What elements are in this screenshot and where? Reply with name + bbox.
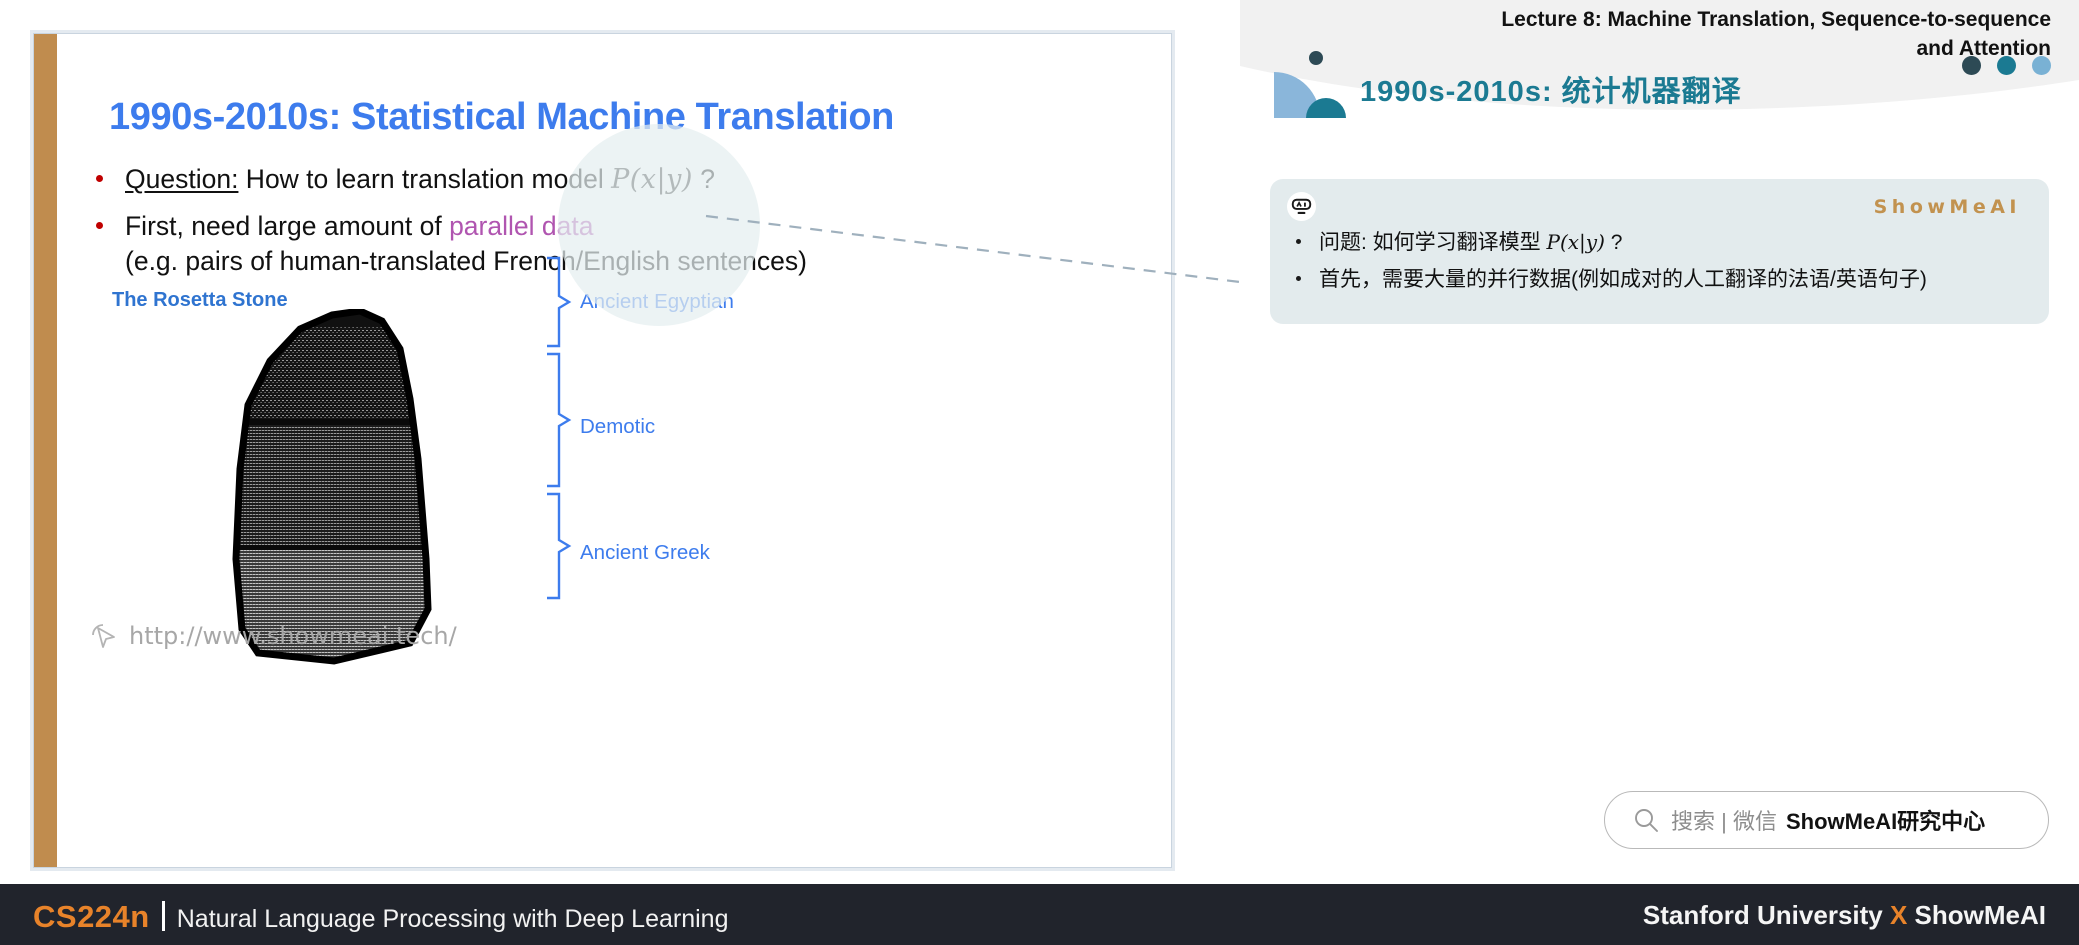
header-dot-1 (1962, 56, 1981, 75)
footer-left: CS224n Natural Language Processing with … (33, 897, 728, 935)
cn-bullet-dot-icon (1296, 239, 1301, 244)
cn-bullet-1-text: 问题: 如何学习翻译模型 P(x|y) ? (1319, 227, 1622, 258)
showmeai-logo: ShowMeAI (1873, 196, 2021, 218)
question-body: How to learn translation model (238, 164, 612, 194)
translation-card: ShowMeAI 问题: 如何学习翻译模型 P(x|y) ? 首先，需要大量的并… (1270, 179, 2049, 324)
cn-probability-formula: P(x|y) (1546, 230, 1605, 254)
footer-x: X (1889, 900, 1908, 930)
brace-label-ancient-egyptian: Ancient Egyptian (580, 290, 734, 313)
parallel-data-highlight: parallel data (449, 211, 594, 241)
search-brand-label: ShowMeAI研究中心 (1785, 809, 1986, 834)
cn-bullet-2-text: 首先，需要大量的并行数据(例如成对的人工翻译的法语/英语句子) (1319, 268, 1927, 291)
question-suffix: ? (692, 164, 716, 194)
ai-robot-icon (1286, 191, 1317, 222)
parallel-data-example: (e.g. pairs of human-translated French/E… (125, 246, 807, 277)
cn-question-suffix: ? (1604, 231, 1623, 254)
header-dot-3 (2032, 56, 2051, 75)
slide-panel: 1990s-2010s: Statistical Machine Transla… (0, 0, 1257, 884)
cn-bullet-dot-icon (1296, 276, 1301, 281)
section-braces (547, 256, 572, 600)
cn-bullet-1: 问题: 如何学习翻译模型 P(x|y) ? (1296, 227, 1622, 258)
search-icon (1635, 809, 1658, 832)
question-label: Question: (125, 164, 239, 194)
search-input[interactable]: 搜索 | 微信 (1671, 804, 1777, 836)
rosetta-stone-image (214, 309, 514, 669)
right-panel: Lecture 8: Machine Translation, Sequence… (1240, 0, 2079, 884)
footer-divider (161, 901, 165, 931)
brace-label-demotic: Demotic (580, 415, 656, 438)
slide-bullet-1-text: Question: How to learn translation model… (125, 162, 715, 198)
footer-right: Stanford University X ShowMeAI (1643, 900, 2046, 931)
bullet-dot-icon (96, 175, 103, 182)
course-code: CS224n (33, 899, 150, 934)
course-subtitle: Natural Language Processing with Deep Le… (176, 905, 729, 933)
cn-bullet-2: 首先，需要大量的并行数据(例如成对的人工翻译的法语/英语句子) (1296, 264, 2016, 295)
cursor-icon (92, 624, 115, 648)
probability-formula: P(x|y) (611, 164, 693, 195)
slide-bullet-2-text: First, need large amount of parallel dat… (125, 209, 807, 279)
slide-frame: 1990s-2010s: Statistical Machine Transla… (33, 33, 1172, 868)
header-dots (1962, 56, 2051, 75)
parallel-data-prefix: First, need large amount of (125, 211, 450, 241)
slide-bullet-1: Question: How to learn translation model… (96, 162, 715, 198)
watermark: http://www.showmeai.tech/ (89, 621, 457, 651)
footer-bar: CS224n Natural Language Processing with … (0, 884, 2079, 945)
footer-partner: ShowMeAI (1907, 900, 2046, 930)
search-bar[interactable]: 搜索 | 微信 ShowMeAI研究中心 (1604, 791, 2049, 849)
slide-title: 1990s-2010s: Statistical Machine Transla… (109, 96, 894, 138)
slide-accent-bar (34, 34, 57, 867)
slide-bullet-2: First, need large amount of parallel dat… (96, 209, 807, 279)
watermark-text: http://www.showmeai.tech/ (129, 622, 457, 650)
cn-slide-title: 1990s-2010s: 统计机器翻译 (1360, 76, 1742, 108)
cn-question-text: 问题: 如何学习翻译模型 (1319, 231, 1547, 254)
brace-label-ancient-greek: Ancient Greek (580, 541, 710, 564)
quarter-circle-shape-icon (1274, 51, 1346, 118)
header-dot-2 (1997, 56, 2016, 75)
bullet-dot-icon (96, 222, 103, 229)
footer-university: Stanford University (1642, 900, 1890, 930)
lecture-title-line1: Lecture 8: Machine Translation, Sequence… (1501, 8, 2051, 31)
